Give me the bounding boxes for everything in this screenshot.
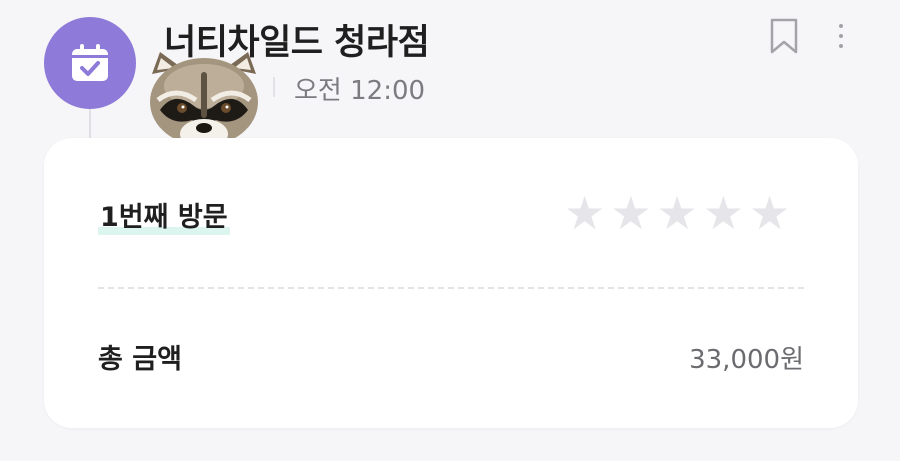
star-icon-4[interactable]: ★ [703, 190, 744, 236]
bookmark-icon [770, 18, 798, 54]
calendar-check-icon [72, 44, 108, 81]
star-rating[interactable]: ★ ★ ★ ★ ★ [564, 190, 790, 236]
more-vertical-icon-dot [839, 24, 843, 28]
calendar-check-icon-avatar [44, 17, 136, 109]
visit-card: 1번째 방문 ★ ★ ★ ★ ★ 총 금액 33,000원 [44, 138, 858, 428]
meta-separator [273, 77, 275, 97]
star-icon-3[interactable]: ★ [657, 190, 698, 236]
total-amount-label: 총 금액 [98, 344, 182, 375]
star-icon-2[interactable]: ★ [610, 190, 651, 236]
raccoon-profile-image [150, 52, 258, 149]
more-vertical-icon-dot [839, 34, 843, 38]
more-vertical-icon-dot [839, 44, 843, 48]
visit-time: 오전 12:00 [294, 76, 426, 106]
visit-count-label: 1번째 방문 [98, 195, 230, 235]
dashed-divider [98, 287, 804, 289]
star-icon-1[interactable]: ★ [564, 190, 605, 236]
total-amount-value: 33,000원 [689, 345, 804, 375]
bookmark-button[interactable] [764, 14, 804, 58]
star-icon-5[interactable]: ★ [749, 190, 790, 236]
more-options-button[interactable] [826, 14, 856, 58]
